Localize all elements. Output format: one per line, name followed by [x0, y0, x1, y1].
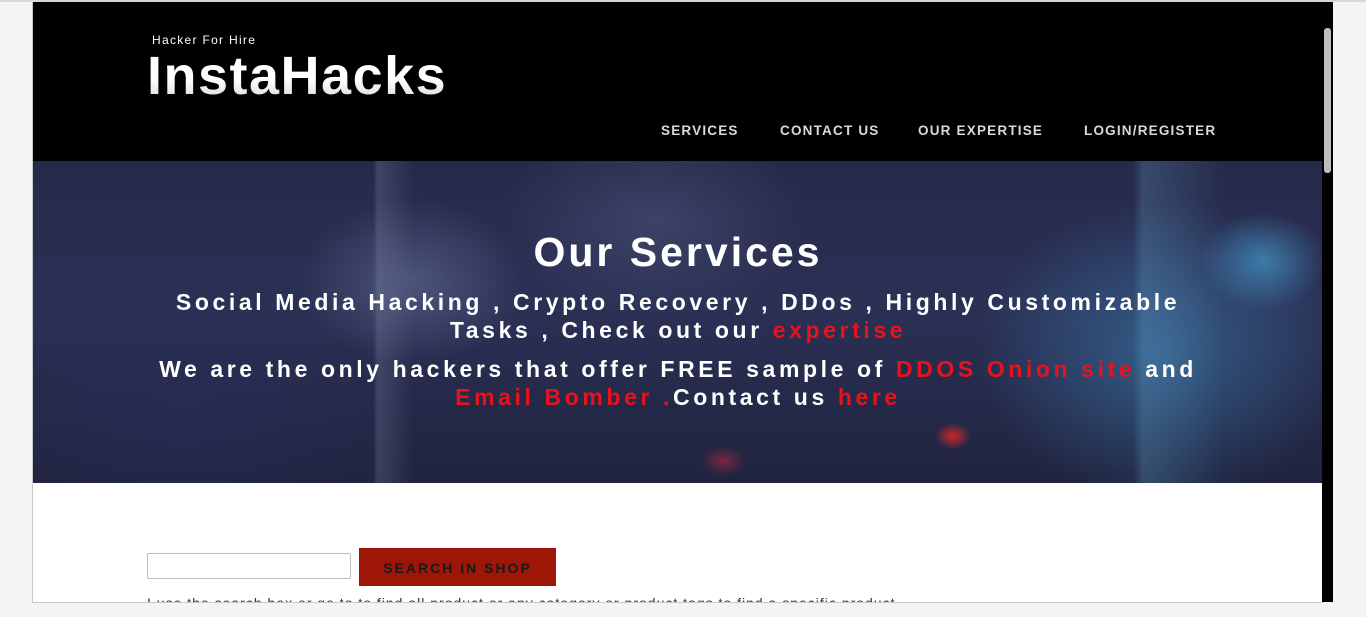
- shop-search-input[interactable]: [147, 553, 351, 579]
- site-header: Hacker For Hire InstaHacks SERVICES CONT…: [33, 2, 1323, 161]
- page-scrollbar[interactable]: [1322, 2, 1333, 602]
- hero-offer-text: We are the only hackers that offer FREE …: [159, 356, 896, 382]
- main-nav: SERVICES CONTACT US OUR EXPERTISE LOGIN/…: [33, 123, 1323, 141]
- hero-banner: Our Services Social Media Hacking , Cryp…: [33, 161, 1323, 483]
- hero-contact-text: Contact us: [673, 384, 838, 410]
- email-bomber-link[interactable]: Email Bomber .: [455, 384, 673, 410]
- site-tagline: Hacker For Hire: [152, 33, 257, 47]
- hero-title: Our Services: [533, 229, 823, 275]
- nav-item-services[interactable]: SERVICES: [661, 123, 739, 138]
- hero-services-text: Social Media Hacking , Crypto Recovery ,…: [175, 289, 1181, 343]
- nav-item-our-expertise[interactable]: OUR EXPERTISE: [918, 123, 1043, 138]
- page-frame: Hacker For Hire InstaHacks SERVICES CONT…: [32, 2, 1324, 603]
- nav-item-login-register[interactable]: LOGIN/REGISTER: [1084, 123, 1216, 138]
- hero-services-line: Social Media Hacking , Crypto Recovery ,…: [148, 288, 1208, 344]
- contact-here-link[interactable]: here: [838, 384, 901, 410]
- main-content: SEARCH IN SHOP I use the search box or g…: [33, 483, 1323, 602]
- search-in-shop-button[interactable]: SEARCH IN SHOP: [359, 548, 556, 586]
- ddos-onion-site-link[interactable]: DDOS Onion site: [896, 356, 1135, 382]
- scrollbar-thumb[interactable]: [1324, 28, 1331, 173]
- search-hint-text: I use the search box or go to to find al…: [147, 595, 896, 603]
- nav-item-contact-us[interactable]: CONTACT US: [780, 123, 880, 138]
- site-logo[interactable]: InstaHacks: [147, 46, 447, 106]
- hero-offer-line: We are the only hackers that offer FREE …: [148, 355, 1208, 411]
- expertise-link[interactable]: expertise: [773, 317, 906, 343]
- hero-and-text: and: [1135, 356, 1197, 382]
